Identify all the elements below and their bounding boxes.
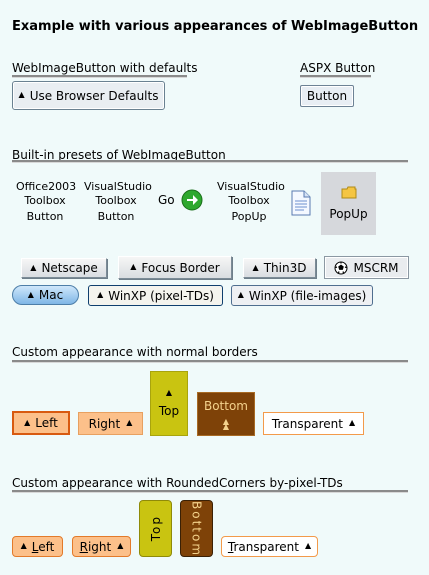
go-label: Go [158, 193, 175, 207]
section-divider [300, 75, 371, 78]
winxp-pixel-tds-button[interactable]: ▲ WinXP (pixel-TDs) [88, 285, 223, 306]
button-label: Use Browser Defaults [29, 88, 159, 103]
office2003-line2: Toolbox [24, 194, 66, 207]
button-label: Focus Border [141, 260, 220, 275]
button-label: Bottom [203, 399, 248, 413]
section-title-aspx: ASPX Button [300, 61, 376, 75]
custom-left-button[interactable]: ▲ Left [12, 411, 70, 435]
chevron-up-icon: ▲ [130, 262, 137, 271]
chevron-up-icon: ▲ [252, 262, 259, 272]
double-chevron-up-icon: ▲ ▲ [222, 417, 230, 431]
vs-toolbox-line1: VisualStudio [84, 180, 152, 193]
button-label: Mac [38, 288, 64, 302]
folder-icon [341, 186, 356, 199]
section-divider [12, 490, 408, 493]
section-divider [12, 160, 408, 163]
button-label: WinXP (file-images) [248, 288, 367, 303]
vs-popup-button[interactable]: VisualStudio Toolbox PopUp [217, 180, 285, 224]
office2003-line1: Office2003 [16, 180, 77, 193]
vs-popup-line1: VisualStudio [217, 180, 285, 193]
office2003-toolbox-button[interactable]: Office2003 Toolbox Button [16, 180, 77, 224]
button-label: Top [158, 404, 180, 418]
button-label: Top [148, 515, 163, 542]
button-label: Thin3D [263, 261, 307, 275]
section-divider [12, 360, 408, 363]
chevron-up-icon: ▲ [30, 262, 37, 272]
aspx-button[interactable]: Button [300, 85, 354, 107]
section-divider [12, 75, 187, 78]
rounded-top-button[interactable]: Top [139, 500, 172, 557]
custom-top-button[interactable]: ▲ Top [150, 371, 188, 436]
section-title-custom-rounded: Custom appearance with RoundedCorners by… [12, 476, 343, 490]
use-browser-defaults-button[interactable]: ▲ Use Browser Defaults [12, 81, 165, 110]
page-title: Example with various appearances of WebI… [12, 19, 419, 34]
chevron-up-icon: ▲ [348, 418, 356, 427]
vs-popup-line2: Toolbox [228, 194, 270, 207]
section-title-defaults: WebImageButton with defaults [12, 61, 198, 75]
chevron-up-icon: ▲ [24, 417, 31, 427]
chevron-up-icon: ▲ [304, 541, 312, 550]
custom-transparent-button[interactable]: Transparent ▲ [263, 412, 364, 435]
button-label: Left [31, 539, 55, 554]
section-title-custom-normal: Custom appearance with normal borders [12, 345, 258, 359]
rounded-left-button[interactable]: ▲ Left [12, 536, 63, 557]
chevron-up-icon: ▲ [165, 388, 173, 397]
mscrm-button[interactable]: MSCRM [324, 256, 409, 279]
vs-toolbox-line3: Button [97, 210, 135, 223]
button-label: Right [88, 416, 121, 431]
rounded-right-button[interactable]: Right ▲ [72, 536, 131, 557]
button-label: Transparent [227, 539, 299, 554]
button-label: Right [79, 539, 112, 554]
document-icon[interactable] [291, 190, 311, 216]
button-label: Left [35, 416, 58, 430]
button-label: WinXP (pixel-TDs) [108, 288, 214, 303]
go-button[interactable]: Go [158, 186, 210, 214]
rounded-transparent-button[interactable]: Transparent ▲ [221, 536, 318, 557]
winxp-file-images-button[interactable]: ▲ WinXP (file-images) [231, 285, 373, 306]
netscape-button[interactable]: ▲ Netscape [21, 258, 107, 278]
chevron-up-icon: ▲ [126, 418, 133, 427]
custom-bottom-button[interactable]: Bottom ▲ ▲ [197, 392, 255, 436]
focus-border-button[interactable]: ▲ Focus Border [118, 256, 232, 279]
green-arrow-icon [181, 189, 203, 211]
thin3d-button[interactable]: ▲ Thin3D [243, 258, 316, 278]
chevron-up-icon: ▲ [117, 541, 124, 550]
vs-popup-line3: PopUp [231, 210, 267, 223]
button-label: Bottom [189, 500, 204, 557]
chevron-up-icon: ▲ [18, 90, 25, 99]
chevron-up-icon: ▲ [237, 290, 244, 299]
chevron-up-icon: ▲ [27, 289, 34, 299]
popup-label: PopUp [329, 207, 368, 221]
vs-toolbox-line2: Toolbox [95, 194, 137, 207]
button-label: MSCRM [353, 260, 399, 275]
chevron-up-icon: ▲ [20, 541, 27, 550]
soccer-ball-icon [334, 261, 348, 274]
vs-toolbox-button[interactable]: VisualStudio Toolbox Button [84, 180, 152, 224]
office2003-line3: Button [26, 210, 64, 223]
button-label: Transparent [271, 416, 343, 431]
popup-button[interactable]: PopUp [321, 172, 376, 235]
mac-button[interactable]: ▲ Mac [12, 285, 79, 305]
button-label: Netscape [41, 261, 98, 275]
rounded-bottom-button[interactable]: Bottom [180, 500, 213, 557]
custom-right-button[interactable]: Right ▲ [78, 412, 143, 435]
chevron-up-icon: ▲ [97, 290, 104, 299]
